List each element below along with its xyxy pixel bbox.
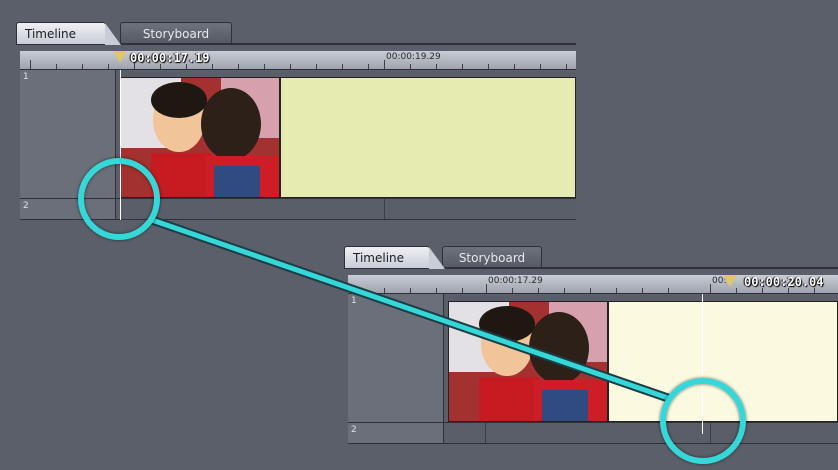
video-clip[interactable] [448, 301, 608, 422]
tab-timeline-label: Timeline [25, 27, 77, 41]
track-number: 2 [351, 425, 357, 435]
clip-thumbnail [449, 302, 607, 421]
track-1: 1 [348, 294, 838, 423]
tab-bar: Storyboard Timeline [16, 22, 576, 45]
playhead-marker-icon[interactable] [723, 275, 737, 287]
playhead-marker-icon[interactable] [113, 51, 127, 63]
tab-timeline[interactable]: Timeline [344, 246, 445, 269]
track-number: 1 [351, 296, 357, 306]
tab-bar: Storyboard Timeline [344, 246, 838, 269]
current-timecode: 00:00:17.19 [130, 51, 210, 65]
tab-storyboard[interactable]: Storyboard [442, 246, 542, 268]
ruler-time-label: 00:00:17.29 [488, 276, 543, 286]
track-header-2: 2 [348, 423, 444, 443]
clip-empty-area[interactable] [280, 77, 576, 198]
track-number: 2 [23, 201, 29, 211]
tab-storyboard[interactable]: Storyboard [120, 22, 232, 44]
tab-timeline[interactable]: Timeline [16, 22, 121, 45]
ruler-time-label: 00:00:19.29 [386, 52, 441, 62]
highlight-circle-top [78, 158, 160, 240]
highlight-circle-bottom [660, 378, 746, 464]
time-ruler[interactable]: 00:00:17.29 00: 00:00:20.04 [348, 275, 838, 294]
tab-timeline-label: Timeline [353, 251, 405, 265]
track-number: 1 [23, 72, 29, 82]
time-ruler[interactable]: 00:00:19.29 00:00:17.19 [20, 51, 576, 70]
timeline-panel-bottom: Storyboard Timeline 00:00:17.29 00: 00:0… [344, 246, 838, 446]
track-2: 2 [348, 423, 838, 444]
track-header-1: 1 [348, 294, 444, 422]
current-timecode: 00:00:20.04 [744, 275, 824, 289]
